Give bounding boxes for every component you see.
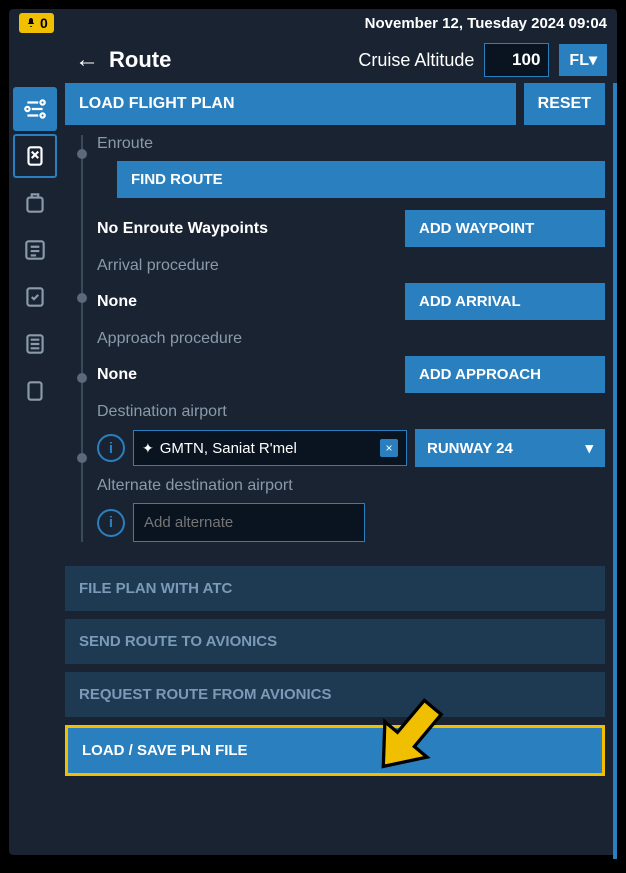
file-plan-atc-button[interactable]: FILE PLAN WITH ATC [65, 566, 605, 611]
alternate-info-icon[interactable]: i [97, 509, 125, 537]
destination-label: Destination airport [97, 403, 605, 421]
back-button[interactable]: ← [75, 46, 99, 74]
sidebar-tab-clipboard[interactable] [13, 134, 57, 178]
sidebar-tab-route[interactable] [13, 87, 57, 131]
destination-info-icon[interactable]: i [97, 434, 125, 462]
alternate-label: Alternate destination airport [97, 477, 605, 495]
arrival-value: None [97, 293, 395, 311]
add-approach-button[interactable]: ADD APPROACH [405, 356, 605, 393]
alert-badge[interactable]: 0 [19, 13, 54, 33]
chevron-down-icon: ▾ [585, 439, 593, 457]
add-waypoint-button[interactable]: ADD WAYPOINT [405, 210, 605, 247]
reset-button[interactable]: RESET [524, 83, 605, 125]
clear-destination-icon[interactable]: × [380, 439, 398, 457]
find-route-button[interactable]: FIND ROUTE [117, 161, 605, 198]
no-waypoints-label: No Enroute Waypoints [97, 220, 395, 238]
enroute-label: Enroute [97, 135, 605, 153]
page-title: Route [109, 47, 171, 73]
waypoint-icon: ✦ [142, 440, 154, 457]
alert-count: 0 [40, 15, 48, 31]
alternate-airport-input[interactable] [133, 503, 365, 542]
load-save-pln-button[interactable]: LOAD / SAVE PLN FILE [65, 725, 605, 776]
datetime-label: November 12, Tuesday 2024 09:04 [365, 15, 607, 32]
cruise-altitude-label: Cruise Altitude [358, 50, 474, 71]
arrival-label: Arrival procedure [97, 257, 605, 275]
altitude-unit-button[interactable]: FL▾ [559, 44, 607, 76]
sidebar-tab-luggage[interactable] [13, 181, 57, 225]
sidebar-tab-list[interactable] [13, 228, 57, 272]
destination-airport-input[interactable]: ✦ GMTN, Saniat R'mel × [133, 430, 407, 466]
send-route-avionics-button[interactable]: SEND ROUTE TO AVIONICS [65, 619, 605, 664]
cruise-altitude-input[interactable] [484, 43, 549, 77]
destination-airport-value: GMTN, Saniat R'mel [160, 440, 297, 457]
approach-value: None [97, 366, 395, 384]
request-route-avionics-button[interactable]: REQUEST ROUTE FROM AVIONICS [65, 672, 605, 717]
load-flight-plan-button[interactable]: LOAD FLIGHT PLAN [65, 83, 516, 125]
add-arrival-button[interactable]: ADD ARRIVAL [405, 283, 605, 320]
approach-label: Approach procedure [97, 330, 605, 348]
runway-select[interactable]: RUNWAY 24 ▾ [415, 429, 605, 467]
sidebar-tab-notes[interactable] [13, 322, 57, 366]
sidebar-tab-blank[interactable] [13, 369, 57, 413]
sidebar-tab-checklist[interactable] [13, 275, 57, 319]
